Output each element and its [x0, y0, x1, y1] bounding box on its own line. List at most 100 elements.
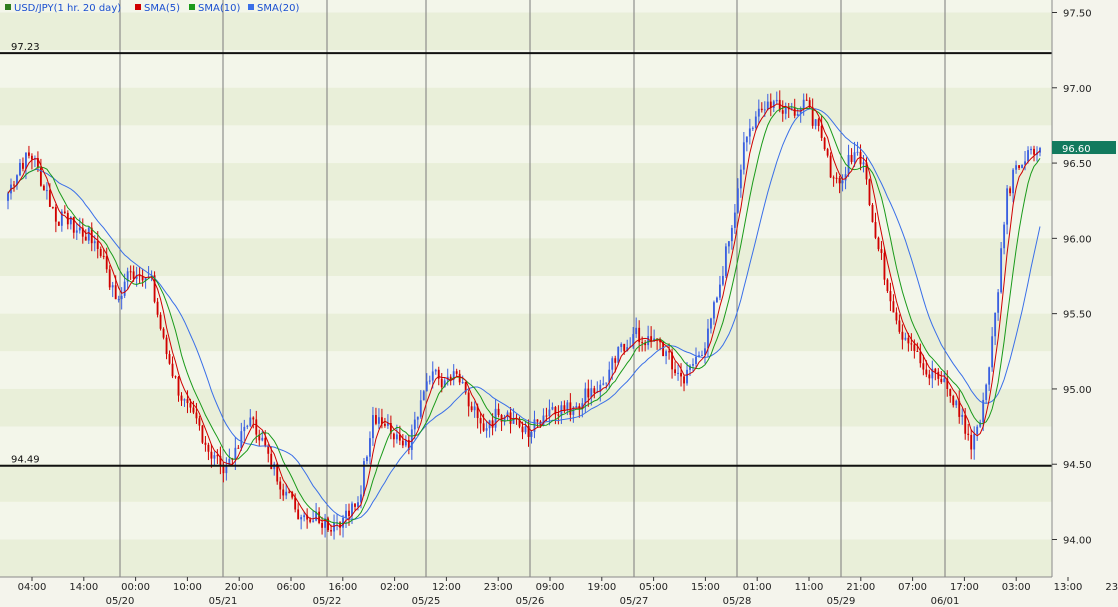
- candle-body: [1027, 150, 1029, 162]
- candle-body: [871, 204, 874, 223]
- candle-body: [13, 184, 15, 186]
- candle-body: [288, 491, 291, 493]
- candle-body: [114, 285, 117, 300]
- candle-body: [497, 408, 500, 416]
- candle-body: [428, 380, 431, 382]
- x-tick-label: 19:00: [587, 582, 616, 593]
- candle-body: [180, 395, 183, 401]
- candlestick: [327, 516, 329, 532]
- candle-body: [300, 517, 303, 520]
- candle-body: [713, 302, 715, 319]
- candle-body: [48, 190, 51, 207]
- candle-body: [204, 442, 207, 445]
- candle-body: [395, 434, 398, 440]
- candle-body: [913, 344, 916, 351]
- candle-body: [108, 269, 111, 288]
- candle-body: [375, 415, 377, 424]
- level-label: 97.23: [11, 42, 40, 53]
- candle-body: [240, 431, 243, 449]
- candle-body: [748, 128, 751, 137]
- candle-body: [530, 431, 533, 437]
- candle-body: [383, 423, 386, 426]
- candle-body: [796, 114, 799, 116]
- candle-body: [686, 369, 688, 384]
- candle-body: [775, 99, 778, 102]
- x-axis: 04:00 14:00 00:00 10:00 20:00 06:00 16:00 02:00…: [0, 576, 1118, 607]
- candle-body: [895, 312, 898, 321]
- candle-body: [874, 222, 877, 238]
- x-tick-label: 21:00: [846, 582, 875, 593]
- candlestick: [162, 327, 165, 340]
- candle-body: [856, 151, 859, 153]
- candle-body: [75, 230, 78, 233]
- candle-body: [886, 279, 889, 292]
- candlestick: [201, 424, 204, 445]
- x-tick-label: 10:00: [173, 582, 202, 593]
- last-price-marker: 96.60: [1052, 141, 1116, 155]
- candle-body: [51, 206, 54, 208]
- candle-body: [901, 331, 904, 340]
- candle-body: [991, 336, 994, 368]
- date-label: 05/25: [412, 596, 441, 607]
- x-tick-label: 17:00: [950, 582, 979, 593]
- legend-swatch: [135, 4, 141, 10]
- candle-body: [1021, 164, 1023, 168]
- candle-body: [282, 489, 285, 496]
- price-band: [0, 501, 1052, 540]
- candle-body: [784, 106, 787, 114]
- candle-body: [93, 241, 96, 244]
- candle-body: [261, 437, 264, 441]
- candle-body: [850, 154, 853, 162]
- y-tick-label: 96.50: [1063, 159, 1092, 170]
- x-tick-label: 12:00: [432, 582, 461, 593]
- candle-body: [54, 207, 57, 222]
- candle-body: [943, 378, 946, 383]
- candle-body: [832, 177, 835, 179]
- candle-body: [970, 434, 973, 450]
- x-tick-label: 06:00: [277, 582, 306, 593]
- candle-body: [234, 447, 237, 460]
- candle-body: [485, 428, 488, 431]
- candle-body: [186, 399, 189, 404]
- candle-body: [455, 371, 458, 374]
- candle-body: [467, 392, 470, 407]
- candle-body: [303, 515, 306, 518]
- x-tick-label: 23:00: [484, 582, 513, 593]
- candle-body: [270, 453, 273, 470]
- candle-body: [829, 155, 832, 178]
- candle-body: [665, 351, 668, 357]
- candle-body: [724, 246, 727, 276]
- candle-body: [96, 241, 99, 249]
- candlestick: [159, 312, 162, 331]
- candle-body: [967, 433, 970, 435]
- candle-body: [904, 337, 907, 340]
- candle-body: [216, 455, 219, 457]
- date-label: 05/21: [209, 596, 238, 607]
- candle-body: [372, 415, 374, 439]
- candle-body: [416, 416, 419, 420]
- price-band: [0, 539, 1052, 577]
- candle-body: [847, 154, 850, 175]
- candle-body: [87, 227, 90, 241]
- candle-body: [623, 343, 626, 352]
- candle-body: [853, 152, 856, 162]
- x-tick-label: 04:00: [18, 582, 47, 593]
- candle-body: [207, 444, 210, 452]
- date-label: 05/22: [313, 596, 342, 607]
- y-tick-label: 97.00: [1063, 84, 1092, 95]
- price-band: [0, 50, 1052, 88]
- candle-body: [838, 177, 841, 184]
- candle-body: [805, 99, 808, 101]
- candle-body: [198, 418, 201, 426]
- candle-body: [318, 511, 321, 523]
- candle-body: [177, 377, 180, 396]
- candle-body: [710, 318, 712, 329]
- candle-body: [614, 358, 617, 363]
- candle-body: [997, 292, 1000, 313]
- candlestick: [886, 278, 889, 293]
- candle-body: [366, 456, 368, 462]
- candle-body: [727, 241, 730, 247]
- candle-body: [575, 405, 578, 408]
- candle-body: [823, 137, 826, 150]
- candle-body: [949, 388, 952, 397]
